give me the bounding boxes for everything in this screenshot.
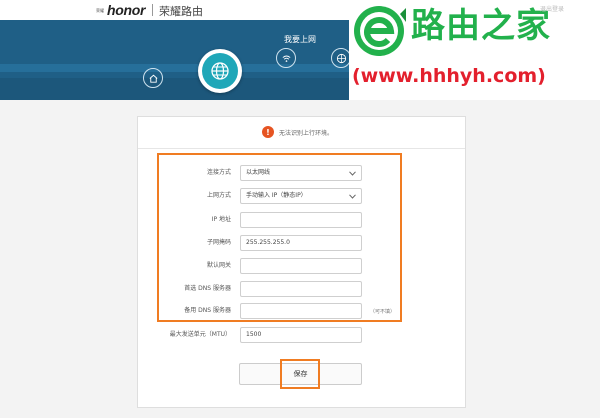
watermark-title: 路由之家 — [411, 6, 551, 46]
status-warning: ! 无法识别上行环境。 — [262, 125, 333, 139]
subnet-mask-label: 子网掩码 — [206, 239, 231, 246]
access-type-label: 上网方式 — [206, 192, 231, 199]
panel-divider — [138, 148, 465, 149]
subnet-mask-input[interactable]: 255.255.255.0 — [240, 235, 362, 251]
logo-text: honor — [107, 2, 146, 18]
access-type-value: 手动输入 IP（静态IP） — [246, 192, 307, 199]
access-type-select[interactable]: 手动输入 IP（静态IP） — [240, 188, 362, 204]
primary-dns-input[interactable] — [240, 281, 362, 297]
warning-icon: ! — [262, 126, 274, 138]
home-icon[interactable] — [143, 68, 163, 88]
gateway-input[interactable] — [240, 258, 362, 274]
wifi-icon[interactable] — [276, 48, 296, 68]
mtu-label: 最大发送单元（MTU） — [169, 331, 231, 338]
mtu-input[interactable]: 1500 — [240, 327, 362, 343]
connection-type-select[interactable]: 以太网线 — [240, 165, 362, 181]
logo-separator — [152, 4, 153, 16]
globe-icon — [202, 53, 238, 89]
logout-link[interactable]: 退出登录 — [540, 4, 564, 13]
highlight-box-save — [280, 359, 320, 389]
secondary-dns-input[interactable] — [240, 303, 362, 319]
ip-address-input[interactable] — [240, 212, 362, 228]
gateway-label: 默认网关 — [206, 262, 231, 269]
primary-dns-label: 首选 DNS 服务器 — [184, 285, 231, 292]
logo-mark: 荣耀 — [96, 7, 104, 13]
secondary-dns-label: 备用 DNS 服务器 — [184, 307, 231, 314]
chevron-down-icon — [349, 171, 356, 176]
ip-address-label: IP 地址 — [211, 216, 231, 223]
watermark-url: (www.hhhyh.com) — [352, 65, 546, 87]
honor-logo: 荣耀 honor — [96, 2, 145, 18]
connection-type-value: 以太网线 — [246, 169, 271, 176]
connection-type-label: 连接方式 — [206, 169, 231, 176]
network-icon[interactable] — [331, 48, 351, 68]
watermark-logo-icon — [354, 6, 406, 56]
optional-hint: （可不填） — [370, 309, 396, 315]
router-name: 荣耀路由 — [159, 5, 203, 18]
internet-nav-active[interactable] — [198, 49, 242, 93]
warning-text: 无法识别上行环境。 — [279, 129, 334, 137]
chevron-down-icon — [349, 194, 356, 199]
